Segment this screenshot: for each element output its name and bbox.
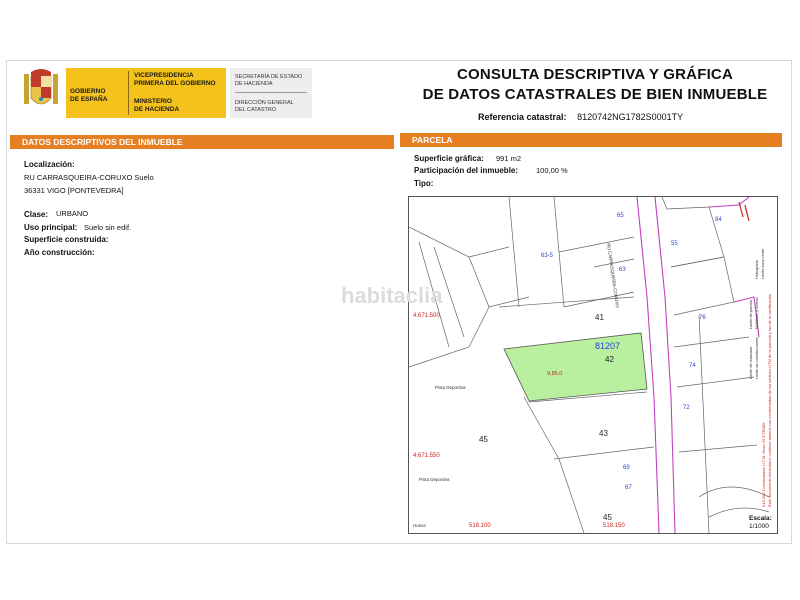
catastro-label: DEL CATASTRO xyxy=(235,107,277,113)
legend-zona-verde: Límite zona verde xyxy=(761,248,765,279)
direccion-label: DIRECCIÓN GENERAL xyxy=(235,100,294,106)
coord-x-1: 518.100 xyxy=(469,523,491,529)
legend-hidrografia: Hidrografía xyxy=(755,260,759,279)
section-header-parcela: PARCELA xyxy=(400,133,782,147)
localizacion-label: Localización: xyxy=(24,160,75,169)
parcel-number-42: 42 xyxy=(605,355,614,364)
participacion-label: Participación del inmueble: xyxy=(414,166,519,175)
pista-deportiva-2: Pista Deportiva xyxy=(419,477,450,482)
clase-label: Clase: xyxy=(24,210,49,219)
coord-y-1: 4.671.500 xyxy=(413,313,440,319)
parcel-number-69: 69 xyxy=(623,465,630,471)
gov-yellow-block: GOBIERNO DE ESPAÑA VICEPRESIDENCIA PRIME… xyxy=(66,68,226,118)
superficie-construida-label: Superficie construida: xyxy=(24,235,109,244)
address-line-1: RU CARRASQUEIRA-CORUXO Suelo xyxy=(24,173,154,182)
parcel-number-45b: 45 xyxy=(603,513,612,522)
legend-mobiliario: Mobiliario y aceras xyxy=(755,297,759,329)
parcel-number-72: 72 xyxy=(683,405,690,411)
clase-value: URBANO xyxy=(56,209,89,218)
cadastral-map: habitaclia 81207 9,85,0 42 41 43 45 45 6… xyxy=(341,196,778,534)
parcel-number-76: 76 xyxy=(699,315,706,321)
manzana-label: 81207 xyxy=(595,341,621,351)
divider xyxy=(128,71,129,115)
ano-construccion-label: Año construcción: xyxy=(24,248,95,257)
watermark-text: habitaclia xyxy=(341,283,443,308)
tipo-label: Tipo: xyxy=(414,179,434,188)
title-line-2: DE DATOS CATASTRALES DE BIEN INMUEBLE xyxy=(422,86,768,103)
parcel-number-63: 63 xyxy=(619,267,626,273)
coat-of-arms-icon xyxy=(24,69,58,105)
side-note-text: Este documento electrónico contiene anex… xyxy=(767,293,772,507)
coord-x-2: 518.150 xyxy=(603,523,625,529)
title-line-1: CONSULTA DESCRIPTIVA Y GRÁFICA xyxy=(456,66,733,83)
coord-y-2: 4.671.550 xyxy=(413,453,440,459)
parcel-number-43: 43 xyxy=(599,429,608,438)
legend-manzana: Límite de manzana xyxy=(749,346,753,379)
parcel-number-67: 67 xyxy=(625,485,632,491)
parcel-area-label: 9,85,0 xyxy=(547,371,563,377)
gov-gray-block: SECRETARÍA DE ESTADO DE HACIENDA DIRECCI… xyxy=(230,68,312,118)
ref-catastral: Referencia catastral: 8120742NG1782S0001… xyxy=(478,112,683,122)
parcel-number-63-5: 63-5 xyxy=(541,253,554,259)
target-parcel xyxy=(503,332,648,402)
participacion-value: 100,00 % xyxy=(536,166,568,175)
legend-parcela: Límite de parcela xyxy=(749,299,753,329)
ref-catastral-value: 8120742NG1782S0001TY xyxy=(577,112,684,122)
vicepresidencia-label: VICEPRESIDENCIA xyxy=(134,72,194,79)
hacienda-small-label: DE HACIENDA xyxy=(235,81,273,87)
pista-deportiva-1: Pista Deportiva xyxy=(435,385,466,390)
de-hacienda-label: DE HACIENDA xyxy=(134,106,180,113)
side-coord-text: 518.200 Coordenadas U.T.M. Huso 29 ETRS8… xyxy=(761,422,766,508)
uso-label: Uso principal: xyxy=(24,223,78,232)
address-line-2: 36331 VIGO [PONTEVEDRA] xyxy=(24,186,124,195)
parcel-number-65: 65 xyxy=(617,213,624,219)
escala-label: Escala: xyxy=(749,515,772,522)
section-header-datos: DATOS DESCRIPTIVOS DEL INMUEBLE xyxy=(10,135,394,149)
divider xyxy=(235,92,307,93)
superficie-grafica-label: Superficie gráfica: xyxy=(414,154,484,163)
parcel-number-45a: 45 xyxy=(479,435,488,444)
superficie-grafica-value: 991 m2 xyxy=(496,154,522,163)
legend-construcciones: Límite de construcciones xyxy=(755,337,759,379)
parcel-number-74: 74 xyxy=(689,363,696,369)
secretaria-label: SECRETARÍA DE ESTADO xyxy=(235,74,303,80)
parcel-number-41: 41 xyxy=(595,313,604,322)
ref-catastral-label: Referencia catastral: xyxy=(478,112,567,122)
uso-value: Suelo sin edif. xyxy=(84,223,132,232)
escala-value: 1/1000 xyxy=(749,523,769,530)
huso-label: Husos xyxy=(413,523,426,528)
ministerio-label: MINISTERIO xyxy=(134,98,172,105)
parcel-number-55: 55 xyxy=(671,241,678,247)
gobierno-label: GOBIERNO xyxy=(70,88,106,95)
parcel-number-84: 84 xyxy=(715,217,722,223)
de-espana-label: DE ESPAÑA xyxy=(70,96,108,103)
primera-gobierno-label: PRIMERA DEL GOBIERNO xyxy=(134,80,216,87)
map-drawing xyxy=(409,197,770,533)
